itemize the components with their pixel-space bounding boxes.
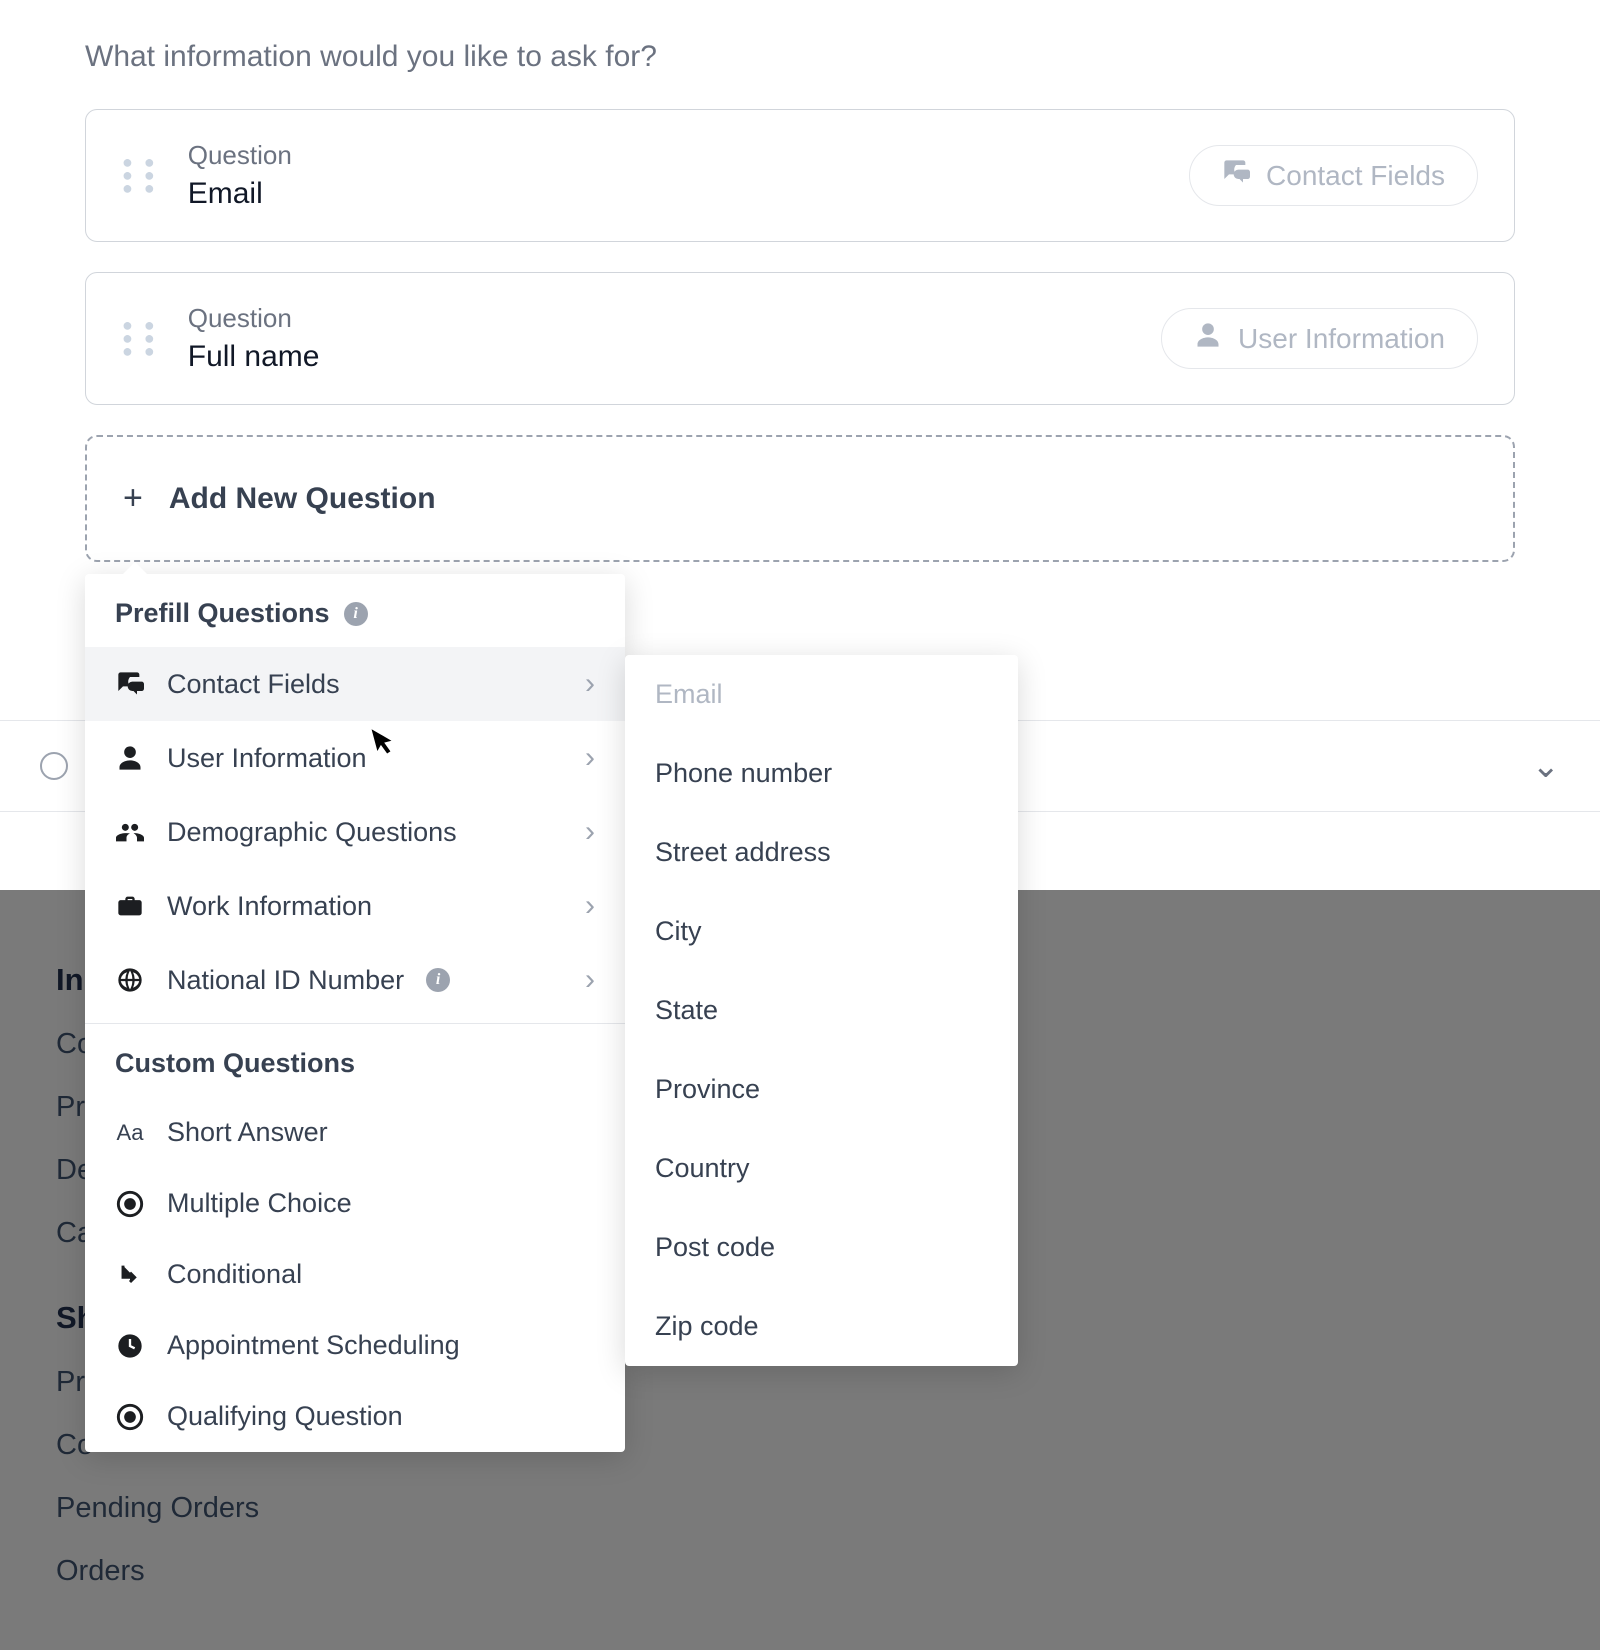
item-label: Demographic Questions <box>167 817 457 848</box>
drag-handle-icon[interactable]: ● ●● ●● ● <box>122 321 158 356</box>
user-icon <box>1194 321 1222 356</box>
question-label: Question <box>188 140 1159 171</box>
chevron-right-icon: › <box>585 741 595 775</box>
popover-item-user-information[interactable]: User Information › <box>85 721 625 795</box>
drag-handle-icon[interactable]: ● ●● ●● ● <box>122 158 158 193</box>
badge-label: Contact Fields <box>1266 160 1445 192</box>
submenu-item-city[interactable]: City <box>625 892 1018 971</box>
radio-selected-icon <box>115 1404 145 1430</box>
clock-icon <box>115 1333 145 1359</box>
radio-icon[interactable] <box>40 752 68 780</box>
field-type-badge-contact-fields[interactable]: Contact Fields <box>1189 145 1478 206</box>
question-card-email[interactable]: ● ●● ●● ● Question Email Contact Fields <box>85 109 1515 242</box>
popover-item-multiple-choice[interactable]: Multiple Choice <box>85 1168 625 1239</box>
submenu-item-street-address[interactable]: Street address <box>625 813 1018 892</box>
item-label: Work Information <box>167 891 372 922</box>
section-title-prefill: Prefill Questions i <box>85 574 625 647</box>
group-icon <box>115 819 145 845</box>
item-label: Qualifying Question <box>167 1401 403 1432</box>
popover-item-appointment-scheduling[interactable]: Appointment Scheduling <box>85 1310 625 1381</box>
question-card-fullname[interactable]: ● ●● ●● ● Question Full name User Inform… <box>85 272 1515 405</box>
item-label: National ID Number <box>167 965 404 996</box>
popover-item-qualifying-question[interactable]: Qualifying Question <box>85 1381 625 1452</box>
popover-item-demographic-questions[interactable]: Demographic Questions › <box>85 795 625 869</box>
chevron-right-icon: › <box>585 889 595 923</box>
info-icon[interactable]: i <box>426 968 450 992</box>
popover-item-work-information[interactable]: Work Information › <box>85 869 625 943</box>
info-icon[interactable]: i <box>344 602 368 626</box>
briefcase-icon <box>115 893 145 919</box>
chevron-right-icon: › <box>585 963 595 997</box>
globe-icon <box>115 967 145 993</box>
question-label: Question <box>188 303 1131 334</box>
submenu-item-state[interactable]: State <box>625 971 1018 1050</box>
plus-icon: + <box>123 479 143 518</box>
item-label: Appointment Scheduling <box>167 1330 460 1361</box>
item-label: User Information <box>167 743 367 774</box>
branch-icon <box>115 1262 145 1288</box>
submenu-item-country[interactable]: Country <box>625 1129 1018 1208</box>
item-label: Multiple Choice <box>167 1188 352 1219</box>
bg-line: Orders <box>56 1555 1544 1588</box>
add-new-question-button[interactable]: + Add New Question <box>85 435 1515 562</box>
question-value: Email <box>188 177 1159 211</box>
chevron-right-icon: › <box>585 815 595 849</box>
popover-item-conditional[interactable]: Conditional <box>85 1239 625 1310</box>
popover-item-national-id[interactable]: National ID Number i › <box>85 943 625 1017</box>
question-types-popover: Prefill Questions i Contact Fields › Use… <box>85 574 625 1452</box>
submenu-item-post-code[interactable]: Post code <box>625 1208 1018 1287</box>
submenu-item-email: Email <box>625 655 1018 734</box>
section-title-custom: Custom Questions <box>85 1024 625 1097</box>
text-icon: Aa <box>115 1120 145 1146</box>
submenu-item-zip-code[interactable]: Zip code <box>625 1287 1018 1366</box>
chat-icon <box>115 671 145 697</box>
chevron-down-icon: ⌄ <box>1532 746 1561 786</box>
add-new-question-label: Add New Question <box>169 482 436 516</box>
item-label: Short Answer <box>167 1117 328 1148</box>
chat-icon <box>1222 158 1250 193</box>
bg-line: Pending Orders <box>56 1492 1544 1525</box>
popover-item-contact-fields[interactable]: Contact Fields › <box>85 647 625 721</box>
badge-label: User Information <box>1238 323 1445 355</box>
submenu-item-phone-number[interactable]: Phone number <box>625 734 1018 813</box>
item-label: Conditional <box>167 1259 302 1290</box>
radio-selected-icon <box>115 1191 145 1217</box>
contact-fields-submenu: Email Phone number Street address City S… <box>625 655 1018 1366</box>
page-title: What information would you like to ask f… <box>85 40 1515 74</box>
item-label: Contact Fields <box>167 669 340 700</box>
popover-item-short-answer[interactable]: Aa Short Answer <box>85 1097 625 1168</box>
field-type-badge-user-information[interactable]: User Information <box>1161 308 1478 369</box>
submenu-item-province[interactable]: Province <box>625 1050 1018 1129</box>
question-value: Full name <box>188 340 1131 374</box>
user-icon <box>115 745 145 771</box>
chevron-right-icon: › <box>585 667 595 701</box>
